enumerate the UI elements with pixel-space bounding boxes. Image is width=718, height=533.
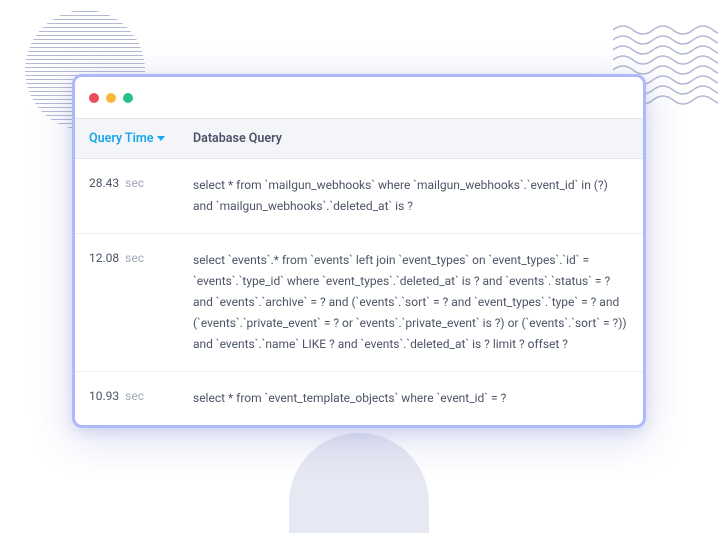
table-row: 12.08sec select `events`.* from `events`… [75, 234, 643, 372]
minimize-icon[interactable] [106, 93, 116, 103]
query-window: Query Time Database Query 28.43sec selec… [72, 74, 646, 428]
sort-descending-icon [157, 136, 165, 141]
maximize-icon[interactable] [123, 93, 133, 103]
database-query-label: Database Query [193, 131, 282, 146]
close-icon[interactable] [89, 93, 99, 103]
column-header-database-query[interactable]: Database Query [193, 131, 282, 146]
window-title-bar [75, 77, 643, 119]
query-time-label: Query Time [89, 131, 153, 146]
column-header-query-time[interactable]: Query Time [89, 131, 193, 146]
table-row: 28.43sec select * from `mailgun_webhooks… [75, 159, 643, 234]
query-text-cell: select * from `event_template_objects` w… [193, 388, 629, 409]
query-text-cell: select * from `mailgun_webhooks` where `… [193, 175, 629, 217]
decorative-bottom-circle [289, 433, 429, 533]
query-text-cell: select `events`.* from `events` left joi… [193, 250, 629, 355]
query-time-cell: 12.08sec [89, 250, 193, 355]
query-time-cell: 28.43sec [89, 175, 193, 217]
table-row: 10.93sec select * from `event_template_o… [75, 372, 643, 425]
query-time-cell: 10.93sec [89, 388, 193, 409]
table-header-row: Query Time Database Query [75, 119, 643, 159]
